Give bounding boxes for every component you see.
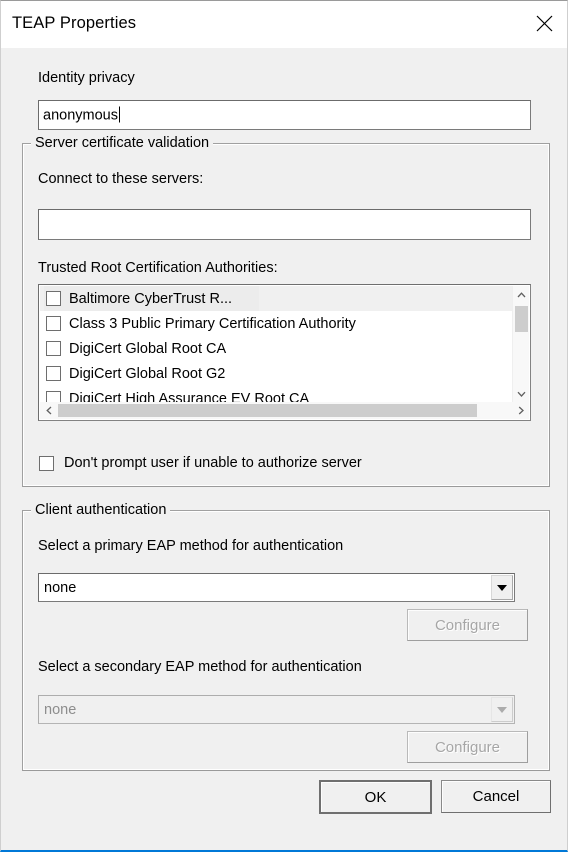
- secondary-eap-label: Select a secondary EAP method for authen…: [38, 659, 362, 675]
- list-item[interactable]: Baltimore CyberTrust R...: [40, 286, 512, 311]
- primary-eap-value: none: [44, 579, 77, 596]
- list-item-checkbox[interactable]: [46, 291, 61, 306]
- primary-eap-dropdown-button[interactable]: [491, 575, 513, 600]
- teap-properties-dialog: TEAP Properties Identity privacy anonymo…: [0, 0, 568, 852]
- secondary-eap-dropdown-button[interactable]: [491, 697, 513, 722]
- ok-label: OK: [364, 788, 387, 806]
- listbox-vertical-scrollbar[interactable]: [512, 286, 529, 402]
- dont-prompt-checkbox[interactable]: [39, 455, 54, 471]
- chevron-down-icon: [497, 584, 507, 591]
- connect-to-servers-label: Connect to these servers:: [38, 171, 204, 187]
- horizontal-scroll-thumb[interactable]: [58, 404, 477, 417]
- vertical-scroll-thumb[interactable]: [515, 306, 528, 332]
- cancel-button[interactable]: Cancel: [441, 780, 551, 813]
- chevron-up-icon[interactable]: [513, 286, 530, 303]
- close-icon: [536, 15, 553, 32]
- ok-button[interactable]: OK: [319, 780, 432, 814]
- primary-eap-label: Select a primary EAP method for authenti…: [38, 538, 344, 554]
- secondary-eap-value: none: [44, 701, 77, 718]
- chevron-down-icon[interactable]: [513, 385, 530, 402]
- list-item-label: DigiCert Global Root G2: [69, 365, 226, 382]
- list-item-checkbox[interactable]: [46, 316, 61, 331]
- dont-prompt-checkbox-row[interactable]: Don't prompt user if unable to authorize…: [39, 455, 362, 471]
- chevron-right-icon[interactable]: [512, 402, 529, 419]
- list-item[interactable]: DigiCert Global Root CA: [40, 336, 512, 361]
- list-item-checkbox[interactable]: [46, 366, 61, 381]
- dont-prompt-label: Don't prompt user if unable to authorize…: [64, 455, 362, 471]
- cancel-label: Cancel: [472, 788, 520, 805]
- primary-configure-label: Configure: [434, 616, 501, 634]
- secondary-configure-button[interactable]: Configure: [407, 731, 528, 763]
- identity-privacy-value: anonymous: [43, 106, 120, 124]
- chevron-down-icon: [497, 706, 507, 713]
- primary-configure-button[interactable]: Configure: [407, 609, 528, 641]
- identity-privacy-input[interactable]: anonymous: [38, 100, 531, 130]
- chevron-left-icon[interactable]: [40, 402, 57, 419]
- list-item-checkbox[interactable]: [46, 391, 61, 402]
- listbox-horizontal-scrollbar[interactable]: [40, 402, 529, 419]
- trusted-roots-label: Trusted Root Certification Authorities:: [38, 260, 278, 276]
- list-item[interactable]: DigiCert Global Root G2: [40, 361, 512, 386]
- secondary-configure-label: Configure: [434, 738, 501, 756]
- client-authentication-title: Client authentication: [31, 502, 171, 518]
- list-item-label: Class 3 Public Primary Certification Aut…: [69, 315, 356, 332]
- list-item-label: DigiCert High Assurance EV Root CA: [69, 390, 310, 403]
- server-certificate-validation-title: Server certificate validation: [31, 135, 214, 151]
- secondary-eap-select[interactable]: none: [38, 695, 515, 724]
- list-item-label: DigiCert Global Root CA: [69, 340, 227, 357]
- trusted-roots-listbox[interactable]: Baltimore CyberTrust R... Class 3 Public…: [38, 284, 531, 421]
- title-bar: TEAP Properties: [1, 1, 567, 48]
- close-button[interactable]: [521, 1, 567, 45]
- trusted-roots-list: Baltimore CyberTrust R... Class 3 Public…: [40, 286, 512, 402]
- list-item[interactable]: Class 3 Public Primary Certification Aut…: [40, 311, 512, 336]
- list-item-checkbox[interactable]: [46, 341, 61, 356]
- primary-eap-select[interactable]: none: [38, 573, 515, 602]
- text-caret: [118, 106, 120, 123]
- connect-to-servers-input[interactable]: [38, 209, 531, 240]
- page-title: TEAP Properties: [12, 14, 137, 32]
- list-item[interactable]: DigiCert High Assurance EV Root CA: [40, 386, 512, 402]
- identity-privacy-label: Identity privacy: [38, 70, 135, 86]
- list-item-label: Baltimore CyberTrust R...: [69, 290, 233, 307]
